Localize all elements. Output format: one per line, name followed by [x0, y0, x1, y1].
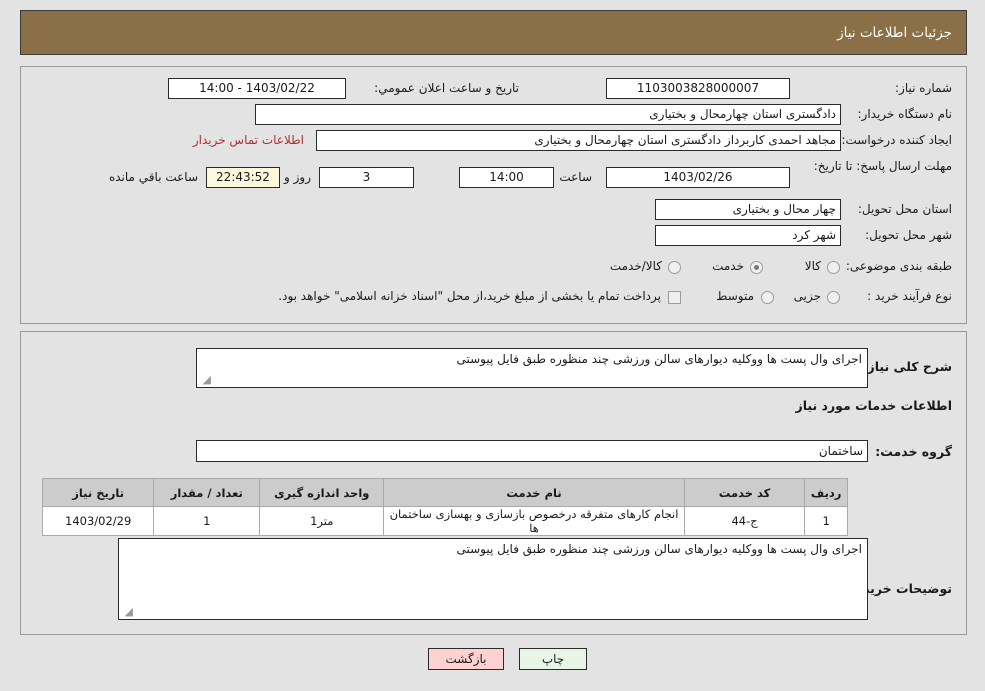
field-deadline-hour[interactable]: 14:00 — [459, 167, 554, 188]
cell-name: انجام کارهای متفرقه درخصوص بازسازی و بهس… — [383, 506, 685, 536]
label-category-kala-khedmat: کالا/خدمت — [609, 259, 662, 273]
radio-category-kala-khedmat[interactable] — [668, 261, 681, 274]
field-need-number[interactable]: 1103003828000007 — [606, 78, 790, 99]
need-summary-panel: شماره نیاز: 1103003828000007 تاریخ و ساع… — [20, 66, 967, 324]
page-title: جزئیات اطلاعات نیاز — [837, 24, 952, 41]
field-service-group[interactable]: ساختمان — [196, 440, 868, 462]
cell-need-date: 1403/02/29 — [41, 506, 155, 536]
label-delivery-province: استان محل تحویل: — [857, 202, 952, 216]
buyer-notes-text: اجرای وال پست ها ووکلیه دیوارهای سالن ور… — [456, 542, 862, 556]
cell-qty: 1 — [153, 506, 261, 536]
field-buyer-org[interactable]: دادگستری استان چهارمحال و بختیاری — [255, 104, 841, 125]
field-request-creator[interactable]: مجاهد احمدی کاربرداز دادگستری استان چهار… — [316, 130, 841, 151]
field-days-remaining[interactable]: 3 — [319, 167, 414, 188]
field-deadline-date[interactable]: 1403/02/26 — [606, 167, 790, 188]
general-description-text: اجرای وال پست ها ووکلیه دیوارهای سالن ور… — [456, 352, 862, 366]
table-header-row: ردیف کد خدمت نام خدمت واحد اندازه گیری ت… — [41, 478, 848, 507]
label-public-announce-datetime: تاریخ و ساعت اعلان عمومي: — [374, 81, 519, 95]
cell-row: 1 — [804, 506, 848, 536]
radio-process-jozi[interactable] — [827, 291, 840, 304]
col-unit: واحد اندازه گیری — [259, 478, 385, 507]
cell-code: ج-44 — [683, 506, 806, 536]
label-general-description: شرح کلی نیاز: — [862, 359, 952, 374]
buyer-contact-link[interactable]: اطلاعات تماس خریدار — [193, 133, 304, 147]
general-description-textarea[interactable]: اجرای وال پست ها ووکلیه دیوارهای سالن ور… — [196, 348, 868, 388]
back-button[interactable]: بازگشت — [428, 648, 504, 670]
radio-process-motavaset[interactable] — [761, 291, 774, 304]
radio-category-khedmat[interactable] — [750, 261, 763, 274]
col-name: نام خدمت — [383, 478, 685, 507]
label-hours-remaining: ساعت باقي مانده — [108, 170, 198, 184]
field-delivery-province[interactable]: چهار محال و بختیاری — [655, 199, 841, 220]
label-category-kala: کالا — [804, 259, 821, 273]
radio-category-kala[interactable] — [827, 261, 840, 274]
label-buyer-org: نام دستگاه خریدار: — [857, 107, 953, 121]
label-request-creator: ایجاد کننده درخواست: — [841, 133, 952, 147]
label-hour: ساعت — [559, 170, 592, 184]
print-button[interactable]: چاپ — [519, 648, 587, 670]
label-subject-category: طبقه بندی موضوعی: — [845, 259, 952, 273]
checkbox-islamic-treasury-docs[interactable] — [668, 291, 681, 304]
col-qty: تعداد / مقدار — [153, 478, 261, 507]
buyer-notes-textarea[interactable]: اجرای وال پست ها ووکلیه دیوارهای سالن ور… — [118, 538, 868, 620]
col-code: کد خدمت — [683, 478, 806, 507]
label-category-khedmat: خدمت — [712, 259, 744, 273]
label-islamic-treasury-docs: پرداخت تمام یا بخشی از مبلغ خرید،از محل … — [278, 289, 661, 303]
label-day-and: روز و — [284, 170, 311, 184]
window-title-bar: جزئیات اطلاعات نیاز — [20, 10, 967, 55]
services-info-heading: اطلاعات خدمات مورد نیاز — [795, 398, 953, 413]
label-need-number: شماره نیاز: — [895, 81, 952, 95]
label-response-deadline: مهلت ارسال پاسخ: تا تاریخ: — [813, 159, 952, 173]
services-table: ردیف کد خدمت نام خدمت واحد اندازه گیری ت… — [41, 478, 848, 536]
label-process-jozi: جزیی — [793, 289, 821, 303]
label-process-motavaset: متوسط — [716, 289, 754, 303]
field-delivery-city[interactable]: شهر کرد — [655, 225, 841, 246]
col-need-date: تاریخ نیاز — [41, 478, 155, 507]
label-service-group: گروه خدمت: — [875, 444, 952, 459]
field-countdown: 22:43:52 — [206, 167, 280, 188]
resize-grip-icon-2[interactable]: ◢ — [121, 606, 133, 618]
cell-unit: متر1 — [259, 506, 385, 536]
col-row: ردیف — [804, 478, 848, 507]
resize-grip-icon[interactable]: ◢ — [199, 374, 211, 386]
field-public-announce-datetime[interactable]: 1403/02/22 - 14:00 — [168, 78, 346, 99]
table-row: 1 ج-44 انجام کارهای متفرقه درخصوص بازساز… — [41, 506, 848, 536]
label-delivery-city: شهر محل تحویل: — [865, 228, 952, 242]
label-purchase-process-type: نوع فرآیند خرید : — [867, 289, 952, 303]
